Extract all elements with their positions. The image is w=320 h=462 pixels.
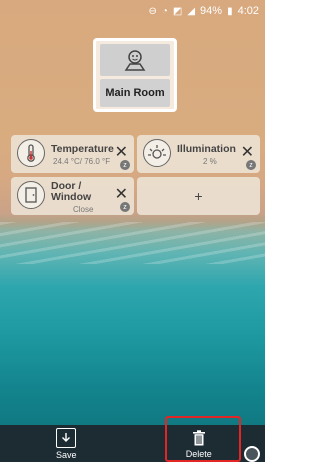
battery-percentage: 94% bbox=[200, 5, 223, 17]
save-button[interactable]: Save bbox=[0, 425, 133, 462]
illumination-title: Illumination bbox=[177, 143, 236, 155]
sun-icon bbox=[143, 139, 171, 167]
room-name[interactable]: Main Room bbox=[100, 79, 170, 107]
temperature-tile[interactable]: Temperature 24.4 °C/ 76.0 °F ✕ z bbox=[11, 135, 134, 173]
door-window-title-line2: Window bbox=[51, 191, 92, 203]
temperature-title: Temperature bbox=[51, 143, 114, 155]
do-not-disturb-icon: ⊖ bbox=[148, 5, 157, 17]
room-avatar-icon bbox=[124, 50, 146, 71]
thermometer-icon bbox=[17, 139, 45, 167]
zwave-icon: z bbox=[246, 160, 256, 170]
door-window-title: Door / Window bbox=[51, 181, 91, 203]
no-sim-icon: ◩ bbox=[172, 5, 183, 17]
remove-illumination-icon[interactable]: ✕ bbox=[241, 145, 254, 161]
room-card[interactable]: Main Room bbox=[93, 38, 177, 112]
zwave-icon: z bbox=[120, 202, 130, 212]
temperature-value: 24.4 °C/ 76.0 °F bbox=[53, 157, 111, 166]
room-avatar-button[interactable] bbox=[100, 44, 170, 76]
wifi-icon: ◔ bbox=[161, 5, 168, 17]
delete-highlight-box bbox=[165, 416, 241, 462]
zwave-icon: z bbox=[120, 160, 130, 170]
signal-icon: ◢ bbox=[187, 5, 196, 17]
remove-door-window-icon[interactable]: ✕ bbox=[115, 187, 128, 203]
door-icon bbox=[17, 181, 45, 209]
door-window-tile[interactable]: Door / Window Close ✕ z bbox=[11, 177, 134, 215]
fingerprint-icon bbox=[244, 446, 260, 462]
save-label: Save bbox=[55, 449, 77, 460]
status-bar: ⊖ ◔ ◩ ◢ 94% ▮ 4:02 bbox=[0, 0, 265, 22]
illumination-value: 2 % bbox=[203, 157, 217, 166]
battery-icon: ▮ bbox=[227, 5, 233, 17]
door-window-value: Close bbox=[73, 205, 94, 214]
save-download-icon bbox=[56, 427, 77, 448]
add-tile-button[interactable]: + bbox=[137, 177, 260, 215]
clock-time: 4:02 bbox=[237, 5, 259, 17]
remove-temperature-icon[interactable]: ✕ bbox=[115, 145, 128, 161]
illumination-tile[interactable]: Illumination 2 % ✕ z bbox=[137, 135, 260, 173]
